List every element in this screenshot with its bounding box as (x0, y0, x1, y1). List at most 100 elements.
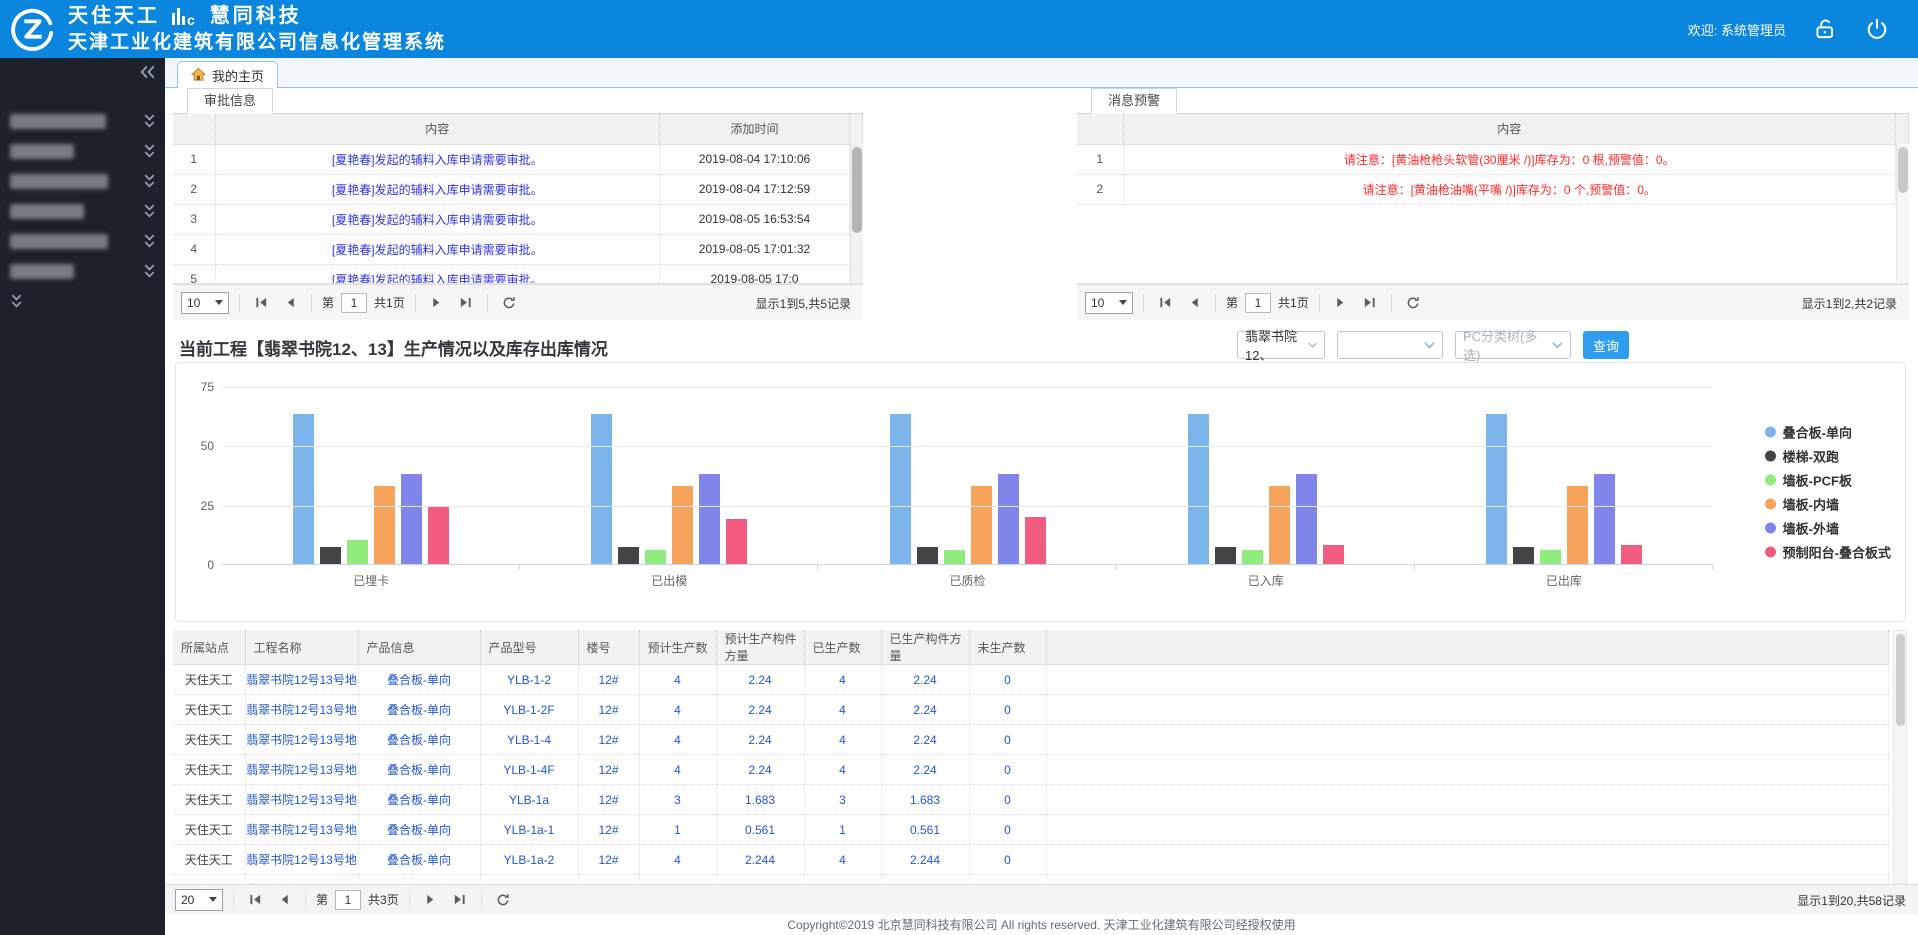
production-next-page-icon[interactable] (420, 889, 442, 911)
production-col-header[interactable]: 预计生产构件方量 (716, 630, 805, 665)
approval-row-content-link[interactable]: [夏艳春]发起的辅料入库申请需要审批。 (215, 144, 660, 175)
expand-down-icon[interactable] (143, 233, 157, 249)
production-cell-link[interactable]: 4 (639, 844, 717, 875)
chart-bar-楼梯-双跑[interactable] (320, 547, 342, 564)
chart-bar-墙板-外墙[interactable] (401, 473, 423, 564)
production-cell-link[interactable]: 翡翠书院12号13号地 (245, 754, 359, 785)
production-cell-link[interactable]: 0 (969, 724, 1047, 755)
chart-bar-墙板-PCF板[interactable] (1539, 549, 1561, 564)
production-cell-link[interactable]: 4 (804, 844, 882, 875)
chart-bar-叠合板-单向[interactable] (591, 414, 613, 564)
chart-bar-墙板-PCF板[interactable] (1241, 549, 1263, 564)
production-cell-link[interactable]: 叠合板-单向 (358, 814, 481, 845)
chart-bar-墙板-内墙[interactable] (1268, 485, 1290, 564)
production-cell-link[interactable]: 0 (969, 754, 1047, 785)
production-cell-link[interactable]: 0 (969, 664, 1047, 695)
sidebar-item[interactable] (0, 166, 165, 196)
production-cell-link[interactable]: 3 (804, 784, 882, 815)
legend-item[interactable]: 墙板-内墙 (1764, 495, 1891, 514)
production-cell-link[interactable]: 翡翠书院12号13号地 (245, 664, 359, 695)
production-cell-link[interactable]: 0 (969, 694, 1047, 725)
approval-scrollbar-thumb[interactable] (852, 147, 862, 233)
approval-row-content-link[interactable]: [夏艳春]发起的辅料入库申请需要审批。 (215, 264, 660, 283)
legend-item[interactable]: 楼梯-双跑 (1764, 447, 1891, 466)
production-cell-link[interactable]: 4 (639, 874, 717, 884)
production-col-header[interactable]: 未生产数 (969, 630, 1047, 665)
production-cell-link[interactable]: 翡翠书院12号13号地 (245, 784, 359, 815)
approval-page-number-input[interactable] (341, 292, 368, 313)
production-cell-link[interactable]: 1.683 (716, 784, 805, 815)
legend-item[interactable]: 墙板-外墙 (1764, 519, 1891, 538)
alert-col-content[interactable]: 内容 (1123, 114, 1896, 145)
production-cell-link[interactable]: 叠合板-单向 (358, 664, 481, 695)
expand-down-icon[interactable] (10, 293, 24, 309)
production-page-size-select[interactable]: 20 (175, 888, 223, 911)
production-cell-link[interactable]: YLB-2b (480, 874, 579, 884)
production-cell-link[interactable]: 1 (639, 814, 717, 845)
legend-item[interactable]: 叠合板-单向 (1764, 423, 1891, 442)
production-col-header[interactable]: 楼号 (578, 630, 640, 665)
pc-category-select[interactable]: PC分类树(多选) (1455, 329, 1571, 363)
production-col-header[interactable]: 产品信息 (358, 630, 481, 665)
production-cell-link[interactable]: 1.536 (716, 874, 805, 884)
alert-page-number-input[interactable] (1245, 292, 1272, 313)
production-cell-link[interactable]: 12# (578, 874, 640, 884)
production-cell-link[interactable]: YLB-1-4 (480, 724, 579, 755)
production-cell-link[interactable]: 4 (804, 874, 882, 884)
production-cell-link[interactable]: YLB-1-2F (480, 694, 579, 725)
production-cell-link[interactable]: 翡翠书院12号13号地 (245, 814, 359, 845)
production-refresh-icon[interactable] (492, 889, 514, 911)
production-cell-link[interactable]: YLB-1a (480, 784, 579, 815)
production-cell-link[interactable]: 1.536 (881, 874, 970, 884)
production-cell-link[interactable]: 翡翠书院12号13号地 (245, 724, 359, 755)
production-cell-link[interactable]: 0 (969, 874, 1047, 884)
legend-item[interactable]: 预制阳台-叠合板式 (1764, 543, 1891, 562)
approval-col-content[interactable]: 内容 (215, 114, 660, 145)
production-scrollbar[interactable] (1893, 630, 1907, 884)
chart-bar-预制阳台-叠合板式[interactable] (1024, 516, 1046, 564)
expand-down-icon[interactable] (143, 173, 157, 189)
production-prev-page-icon[interactable] (273, 889, 295, 911)
approval-last-page-icon[interactable] (455, 292, 477, 314)
chart-bar-墙板-内墙[interactable] (1566, 485, 1588, 564)
production-cell-link[interactable]: 3 (639, 784, 717, 815)
production-cell-link[interactable]: 12# (578, 724, 640, 755)
legend-item[interactable]: 墙板-PCF板 (1764, 471, 1891, 490)
production-cell-link[interactable]: 12# (578, 694, 640, 725)
chart-bar-楼梯-双跑[interactable] (1512, 547, 1534, 564)
production-cell-link[interactable]: 4 (804, 754, 882, 785)
chart-bar-楼梯-双跑[interactable] (618, 547, 640, 564)
approval-col-time[interactable]: 添加时间 (659, 114, 850, 145)
production-cell-link[interactable]: 0.561 (716, 814, 805, 845)
chart-bar-预制阳台-叠合板式[interactable] (428, 507, 450, 564)
alert-scrollbar[interactable] (1896, 144, 1909, 283)
production-col-header[interactable]: 已生产数 (804, 630, 882, 665)
sidebar-item[interactable] (0, 196, 165, 226)
production-cell-link[interactable]: 2.24 (881, 724, 970, 755)
approval-scrollbar[interactable] (850, 144, 863, 283)
production-cell-link[interactable]: 4 (639, 754, 717, 785)
chart-bar-墙板-PCF板[interactable] (645, 549, 667, 564)
production-cell-link[interactable]: 翡翠书院12号13号地 (245, 874, 359, 884)
production-cell-link[interactable]: 2.24 (881, 694, 970, 725)
chart-bar-墙板-外墙[interactable] (699, 473, 721, 564)
production-first-page-icon[interactable] (244, 889, 266, 911)
production-cell-link[interactable]: 12# (578, 664, 640, 695)
collapse-left-icon[interactable] (139, 64, 157, 80)
approval-prev-page-icon[interactable] (279, 292, 301, 314)
sidebar-item[interactable] (0, 226, 165, 256)
sidebar-item[interactable] (0, 106, 165, 136)
production-cell-link[interactable]: 2.244 (716, 844, 805, 875)
chart-bar-叠合板-单向[interactable] (1485, 414, 1507, 564)
production-cell-link[interactable]: 翡翠书院12号13号地 (245, 844, 359, 875)
building-select[interactable] (1337, 331, 1443, 359)
expand-down-icon[interactable] (143, 203, 157, 219)
sidebar-item[interactable] (0, 286, 165, 316)
approval-row-content-link[interactable]: [夏艳春]发起的辅料入库申请需要审批。 (215, 174, 660, 205)
production-cell-link[interactable]: 叠合板-单向 (358, 724, 481, 755)
alert-first-page-icon[interactable] (1154, 292, 1176, 314)
chart-bar-叠合板-单向[interactable] (889, 414, 911, 564)
production-cell-link[interactable]: 4 (804, 694, 882, 725)
alert-refresh-icon[interactable] (1402, 292, 1424, 314)
production-cell-link[interactable]: 2.24 (716, 694, 805, 725)
